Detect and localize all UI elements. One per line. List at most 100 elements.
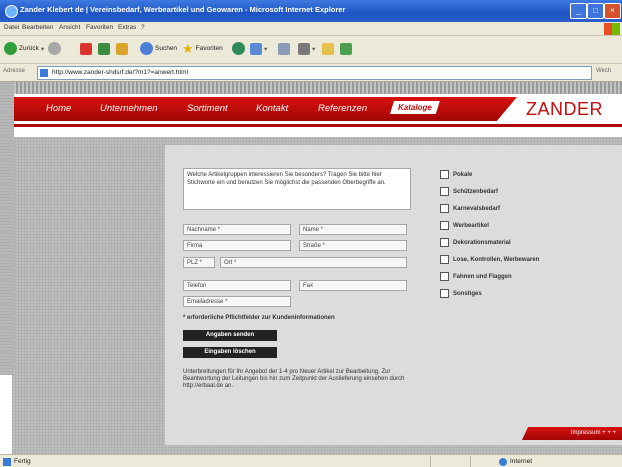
status-text: Fertig [14, 458, 31, 465]
address-bar: Adresse http://www.zander-shdsrf.de/?m1?… [0, 64, 622, 82]
maximize-button[interactable]: □ [587, 3, 604, 19]
menu-extras[interactable]: Extras [118, 24, 136, 31]
zip-field[interactable]: PLZ * [183, 257, 215, 268]
nav-unternehmen[interactable]: Unternehmen [100, 103, 158, 114]
company-field[interactable]: Firma [183, 240, 291, 251]
back-button[interactable]: Zurück ▾ [4, 41, 44, 56]
menu-ansicht[interactable]: Ansicht [59, 24, 80, 31]
left-white-corner [0, 375, 12, 454]
search-icon [140, 42, 153, 55]
firstname-field[interactable]: Name * [299, 224, 407, 235]
star-icon: ★ [182, 40, 194, 56]
toolbar: Zurück ▾ Suchen ★ Favoriten ▾ ▾ [0, 36, 622, 64]
address-label: Adresse [3, 68, 26, 74]
checkbox-icon[interactable] [440, 272, 449, 281]
checkbox-icon[interactable] [440, 187, 449, 196]
category-label: Fahnen und Flaggen [453, 273, 512, 280]
status-bar: Fertig Internet [0, 454, 622, 467]
media-button[interactable] [232, 41, 245, 56]
reset-button[interactable]: Eingaben löschen [183, 347, 277, 358]
status-separator [430, 456, 431, 467]
home-icon [116, 42, 128, 55]
category-checkbox[interactable]: Fahnen und Flaggen [440, 272, 512, 281]
browser-window: Zander Klebert de | Vereinsbedarf, Werbe… [0, 0, 622, 467]
category-checkbox[interactable]: Sonstiges [440, 289, 482, 298]
fax-field[interactable]: Fax [299, 280, 407, 291]
menu-bearbeiten[interactable]: Bearbeiten [22, 24, 53, 31]
street-field[interactable]: Straße * [299, 240, 407, 251]
interest-textarea[interactable]: Welche Artikelgruppen interessieren Sie … [183, 168, 411, 210]
web-page: Home Unternehmen Sortiment Kontakt Refer… [12, 82, 622, 454]
send-button[interactable]: Angaben senden [183, 330, 277, 341]
forward-arrow-icon [48, 42, 61, 55]
checkbox-icon[interactable] [440, 289, 449, 298]
checkbox-icon[interactable] [440, 255, 449, 264]
home-button[interactable] [116, 41, 128, 56]
minimize-button[interactable]: _ [570, 3, 587, 19]
zone-text: Internet [510, 458, 533, 465]
category-checkbox[interactable]: Schützenbedarf [440, 187, 498, 196]
checkbox-icon[interactable] [440, 221, 449, 230]
go-button[interactable]: Wech [596, 68, 611, 74]
menu-help[interactable]: ? [141, 24, 145, 31]
nav-referenzen[interactable]: Referenzen [318, 103, 367, 114]
category-checkbox[interactable]: Karnevalsbedarf [440, 204, 500, 213]
main-navigation: Home Unternehmen Sortiment Kontakt Refer… [12, 94, 622, 124]
forward-button[interactable] [48, 41, 61, 56]
favorites-label: Favoriten [195, 45, 223, 52]
email-field[interactable]: Emailadresse * [183, 296, 291, 307]
nav-kontakt[interactable]: Kontakt [256, 103, 288, 114]
header-strip [12, 82, 622, 94]
lastname-field[interactable]: Nachname * [183, 224, 291, 235]
category-checkbox[interactable]: Lose, Kontrollen, Werbewaren [440, 255, 539, 264]
nav-home[interactable]: Home [46, 103, 71, 114]
refresh-icon [98, 42, 110, 55]
page-status-icon [3, 458, 11, 466]
stop-button[interactable] [80, 41, 92, 56]
search-button[interactable]: Suchen [140, 41, 177, 56]
menu-bar: Datei Bearbeiten Ansicht Favoriten Extra… [0, 22, 622, 36]
history-button[interactable]: ▾ [250, 41, 267, 56]
zander-logo[interactable]: ZANDER [526, 99, 603, 120]
checkbox-icon[interactable] [440, 238, 449, 247]
mail-button[interactable] [278, 41, 290, 56]
address-input[interactable]: http://www.zander-shdsrf.de/?m1?=anwert.… [37, 66, 592, 80]
phone-field[interactable]: Telefon [183, 280, 291, 291]
close-button[interactable]: × [604, 3, 621, 19]
messenger-button[interactable] [340, 41, 352, 56]
search-label: Suchen [155, 45, 178, 52]
history-icon [250, 42, 262, 55]
category-label: Karnevalsbedarf [453, 205, 501, 212]
checkbox-icon[interactable] [440, 204, 449, 213]
category-checkbox[interactable]: Pokale [440, 170, 472, 179]
city-field[interactable]: Ort * [220, 257, 407, 268]
category-label: Sonstiges [453, 290, 482, 297]
catalog-form-panel: Welche Artikelgruppen interessieren Sie … [165, 145, 622, 445]
required-note: * erforderliche Pflichtfelder zur Kunden… [183, 315, 335, 321]
form-footnote: Unterbreitungen für Ihr Angebot der 1-4 … [183, 369, 405, 389]
nav-kataloge[interactable]: Kataloge [390, 101, 440, 114]
messenger-icon [340, 42, 352, 55]
print-button[interactable]: ▾ [298, 41, 315, 56]
category-checkbox[interactable]: Dekorationsmaterial [440, 238, 511, 247]
refresh-button[interactable] [98, 41, 110, 56]
internet-zone-icon [499, 458, 507, 466]
category-label: Werbeartikel [453, 222, 489, 229]
title-bar[interactable]: Zander Klebert de | Vereinsbedarf, Werbe… [0, 0, 622, 22]
category-checkbox[interactable]: Werbeartikel [440, 221, 489, 230]
left-overlay-strip [0, 82, 14, 375]
ie-icon [5, 5, 18, 18]
folder-button[interactable] [322, 41, 334, 56]
window-title: Zander Klebert de | Vereinsbedarf, Werbe… [20, 5, 346, 14]
menu-favoriten[interactable]: Favoriten [86, 24, 113, 31]
windows-logo-icon [604, 23, 620, 35]
folder-icon [322, 42, 334, 55]
menu-datei[interactable]: Datei [4, 24, 19, 31]
favorites-button[interactable]: ★ Favoriten [182, 41, 223, 56]
address-url: http://www.zander-shdsrf.de/?m1?=anwert.… [52, 69, 189, 76]
checkbox-icon[interactable] [440, 170, 449, 179]
nav-sortiment[interactable]: Sortiment [187, 103, 228, 114]
category-label: Dekorationsmaterial [453, 239, 511, 246]
mail-icon [278, 42, 290, 55]
footer-impressum-link[interactable]: Impressum + + + [522, 427, 622, 440]
